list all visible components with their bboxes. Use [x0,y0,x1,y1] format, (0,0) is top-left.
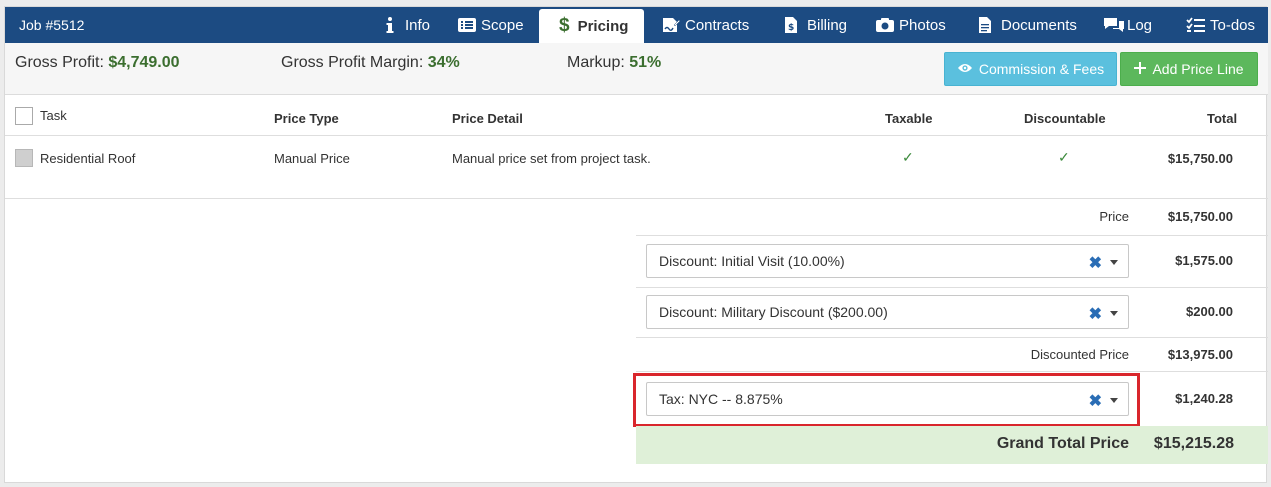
gross-profit-margin: Gross Profit Margin: 34% [281,54,460,72]
discount-military-label: Discount: Military Discount ($200.00) [659,304,888,320]
discount-military-amount: $200.00 [1186,304,1233,319]
row-price-type: Manual Price [274,151,350,166]
tab-label: Photos [899,16,946,34]
tax-amount: $1,240.28 [1175,391,1233,406]
tab-label: Scope [481,16,524,34]
row-task: Residential Roof [40,151,136,166]
select-all-checkbox[interactable] [15,107,33,125]
tab-log[interactable]: Log [1103,7,1152,43]
discount-initial-visit-amount: $1,575.00 [1175,253,1233,268]
gross-profit-value: $4,749.00 [108,54,180,71]
price-value: $15,750.00 [1167,209,1233,224]
gross-margin-label: Gross Profit Margin: [281,54,424,71]
tab-scope[interactable]: Scope [457,7,524,43]
tab-billing[interactable]: $ Billing [783,7,847,43]
tab-photos[interactable]: Photos [875,7,946,43]
tab-label: To-dos [1210,16,1256,34]
summary-divider [636,235,1268,236]
summary-divider [636,371,1268,372]
header-discountable: Discountable [1024,111,1106,126]
tab-label: Log [1127,16,1153,34]
gross-profit: Gross Profit: $4,749.00 [15,54,180,72]
summary-divider [636,337,1268,338]
add-price-line-label: Add Price Line [1152,61,1244,77]
header-task: Task [40,108,67,123]
job-header-bar: Job #5512 Info Scope $ Pricing Contracts [5,7,1268,43]
markup-value: 51% [629,54,662,71]
invoice-icon: $ [783,16,801,34]
eye-icon [957,61,973,77]
signature-icon [661,16,681,34]
discounted-price-value: $13,975.00 [1167,347,1233,362]
commission-fees-label: Commission & Fees [978,61,1105,77]
row-price-detail: Manual price set from project task. [452,151,651,166]
tab-label: Info [405,16,431,34]
tax-highlight-box [633,373,1140,427]
gross-profit-label: Gross Profit: [15,54,104,71]
camera-icon [875,16,894,34]
summary-divider [636,287,1268,288]
job-title: Job #5512 [19,17,85,33]
tab-label: Contracts [685,16,750,34]
header-price-type: Price Type [274,111,339,126]
document-icon [977,16,995,34]
list-icon [457,16,476,34]
dollar-icon: $ [559,15,570,36]
header-total: Total [1207,111,1238,126]
discountable-check-icon: ✓ [1058,149,1070,165]
discount-initial-visit-label: Discount: Initial Visit (10.00%) [659,253,845,269]
taxable-check-icon: ✓ [902,149,914,165]
profit-stats-bar: Gross Profit: $4,749.00 Gross Profit Mar… [5,43,1268,95]
tab-label: Pricing [577,17,629,35]
markup-label: Markup: [567,54,625,71]
checklist-icon [1186,16,1205,34]
comments-icon [1103,16,1125,34]
grand-total-value: $15,215.28 [1153,435,1234,452]
row-checkbox[interactable] [15,149,33,167]
tab-info[interactable]: Info [381,7,430,43]
gross-margin-value: 34% [427,54,460,71]
header-taxable: Taxable [885,111,933,126]
header-divider [5,135,1268,136]
tab-contracts[interactable]: Contracts [661,7,749,43]
grand-total-row: Grand Total Price $15,215.28 [636,426,1268,464]
row-divider [5,198,1268,199]
tab-todos[interactable]: To-dos [1186,7,1255,43]
plus-icon [1134,61,1147,77]
info-icon [381,16,399,34]
discount-initial-visit-select[interactable]: Discount: Initial Visit (10.00%) ✖ [646,244,1129,278]
grand-total-label: Grand Total Price [996,435,1129,452]
header-price-detail: Price Detail [452,111,523,126]
tab-documents[interactable]: Documents [977,7,1077,43]
tab-label: Documents [1001,16,1077,34]
job-pricing-panel: Job #5512 Info Scope $ Pricing Contracts [4,6,1268,483]
svg-text:$: $ [788,23,794,33]
tab-pricing[interactable]: $ Pricing [539,9,645,43]
add-price-line-button[interactable]: Add Price Line [1120,52,1258,86]
discount-military-select[interactable]: Discount: Military Discount ($200.00) ✖ [646,295,1129,329]
row-total: $15,750.00 [1167,151,1233,166]
markup: Markup: 51% [567,54,661,72]
tab-label: Billing [807,16,848,34]
commission-fees-button[interactable]: Commission & Fees [944,52,1117,86]
